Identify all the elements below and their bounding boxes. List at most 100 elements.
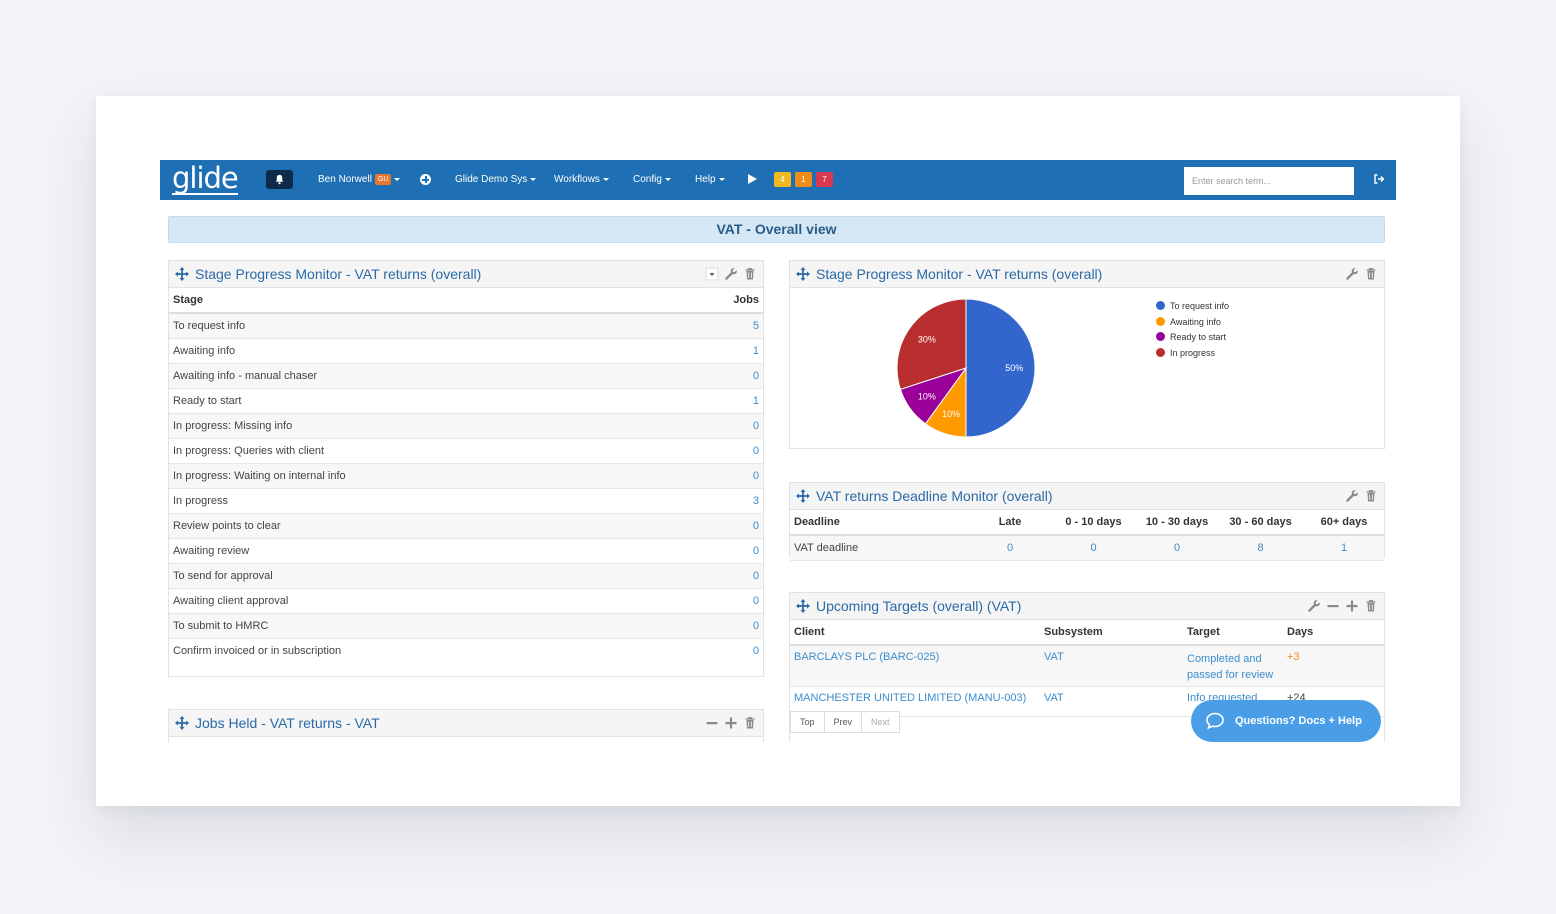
- jobs-held-panel: Jobs Held - VAT returns - VAT: [168, 709, 764, 742]
- move-icon[interactable]: [796, 599, 810, 613]
- move-icon[interactable]: [175, 716, 189, 730]
- count-link[interactable]: 0: [1050, 535, 1137, 561]
- play-icon[interactable]: [748, 174, 757, 184]
- add-circle-icon[interactable]: [420, 174, 431, 185]
- move-icon[interactable]: [175, 267, 189, 281]
- column-header[interactable]: Target: [1183, 620, 1283, 646]
- legend-swatch: [1156, 347, 1165, 357]
- panel-title: Stage Progress Monitor - VAT returns (ov…: [816, 266, 1103, 282]
- column-header[interactable]: 10 - 30 days: [1137, 510, 1217, 536]
- legend-item[interactable]: Awaiting info: [1156, 315, 1229, 331]
- column-header[interactable]: Late: [970, 510, 1050, 536]
- page-title: VAT - Overall view: [168, 216, 1385, 243]
- trash-icon[interactable]: [1364, 489, 1378, 503]
- move-icon[interactable]: [796, 489, 810, 503]
- jobs-count-link[interactable]: 0: [695, 538, 763, 564]
- page-prev-button[interactable]: Prev: [823, 711, 863, 733]
- panel-header: Upcoming Targets (overall) (VAT): [790, 593, 1384, 620]
- config-menu[interactable]: Config: [633, 160, 671, 200]
- count-link[interactable]: 0: [970, 535, 1050, 561]
- subsystem-link[interactable]: VAT: [1040, 686, 1183, 717]
- column-header[interactable]: Subsystem: [1040, 620, 1183, 646]
- table-row: Awaiting review 0: [169, 538, 763, 564]
- pie-slice-to-request-info[interactable]: [965, 298, 1036, 438]
- bell-icon: [275, 174, 284, 185]
- legend-item[interactable]: To request info: [1156, 299, 1229, 315]
- table-row: In progress: Missing info 0: [169, 413, 763, 439]
- minimize-icon[interactable]: [1326, 599, 1340, 613]
- table-header-row: Client Subsystem Target Days: [790, 620, 1384, 646]
- plus-icon[interactable]: [1345, 599, 1359, 613]
- panel-title: Jobs Held - VAT returns - VAT: [195, 715, 380, 731]
- badge-red[interactable]: 7: [816, 172, 833, 187]
- page-next-button[interactable]: Next: [861, 711, 900, 733]
- trash-icon[interactable]: [743, 267, 757, 281]
- minimize-icon[interactable]: [705, 716, 719, 730]
- trash-icon[interactable]: [1364, 599, 1378, 613]
- jobs-count-link[interactable]: 0: [695, 513, 763, 539]
- dropdown-icon[interactable]: [705, 267, 719, 281]
- count-link[interactable]: 8: [1217, 535, 1304, 561]
- jobs-count-link[interactable]: 0: [695, 563, 763, 589]
- stage-name: Ready to start: [169, 388, 695, 414]
- screenshot-frame: glide Ben Norwell GU Glide Demo Sys Workf…: [96, 96, 1460, 806]
- badge-orange[interactable]: 1: [795, 172, 812, 187]
- wrench-icon[interactable]: [1345, 267, 1359, 281]
- column-header[interactable]: Jobs: [695, 288, 763, 314]
- stage-name: In progress: Waiting on internal info: [169, 463, 695, 489]
- jobs-count-link[interactable]: 0: [695, 438, 763, 464]
- workflows-menu[interactable]: Workflows: [554, 160, 609, 200]
- jobs-count-link[interactable]: 5: [695, 313, 763, 339]
- config-label: Config: [633, 174, 662, 185]
- column-header[interactable]: 60+ days: [1304, 510, 1384, 536]
- system-menu[interactable]: Glide Demo Sys: [455, 160, 537, 200]
- jobs-count-link[interactable]: 0: [695, 413, 763, 439]
- notifications-button[interactable]: [266, 170, 293, 189]
- column-header[interactable]: Stage: [169, 288, 695, 314]
- count-link[interactable]: 0: [1137, 535, 1217, 561]
- jobs-count-link[interactable]: 0: [695, 613, 763, 639]
- trash-icon[interactable]: [743, 716, 757, 730]
- help-menu[interactable]: Help: [695, 160, 725, 200]
- client-link[interactable]: BARCLAYS PLC (BARC-025): [790, 645, 1040, 687]
- jobs-count-link[interactable]: 0: [695, 363, 763, 389]
- column-header[interactable]: Client: [790, 620, 1040, 646]
- table-row: Awaiting info - manual chaser 0: [169, 363, 763, 389]
- trash-icon[interactable]: [1364, 267, 1378, 281]
- jobs-count-link[interactable]: 0: [695, 639, 763, 664]
- subsystem-link[interactable]: VAT: [1040, 645, 1183, 687]
- glide-logo[interactable]: glide: [172, 162, 239, 194]
- page-top-button[interactable]: Top: [790, 711, 825, 733]
- legend-item[interactable]: In progress: [1156, 346, 1229, 362]
- jobs-count-link[interactable]: 0: [695, 463, 763, 489]
- docs-help-button[interactable]: Questions? Docs + Help: [1191, 700, 1381, 742]
- top-navbar: glide Ben Norwell GU Glide Demo Sys Workf…: [160, 160, 1396, 200]
- jobs-count-link[interactable]: 1: [695, 338, 763, 364]
- target-link[interactable]: Completed and passed for review: [1183, 645, 1283, 687]
- jobs-count-link[interactable]: 3: [695, 488, 763, 514]
- table-row: To request info 5: [169, 313, 763, 339]
- stage-name: In progress: Queries with client: [169, 438, 695, 464]
- move-icon[interactable]: [796, 267, 810, 281]
- legend-label: To request info: [1170, 301, 1230, 311]
- column-header[interactable]: Days: [1283, 620, 1384, 646]
- wrench-icon[interactable]: [724, 267, 738, 281]
- jobs-count-link[interactable]: 0: [695, 588, 763, 614]
- pie-chart: 50% 10% 10% 30%: [896, 298, 1036, 438]
- deadline-monitor-panel: VAT returns Deadline Monitor (overall) D…: [789, 482, 1385, 561]
- stage-name: Awaiting client approval: [169, 588, 695, 614]
- column-header[interactable]: 0 - 10 days: [1050, 510, 1137, 536]
- badge-yellow[interactable]: 4: [774, 172, 791, 187]
- logout-icon[interactable]: [1373, 173, 1385, 185]
- wrench-icon[interactable]: [1307, 599, 1321, 613]
- column-header[interactable]: Deadline: [790, 510, 970, 536]
- count-link[interactable]: 1: [1304, 535, 1384, 561]
- column-header[interactable]: 30 - 60 days: [1217, 510, 1304, 536]
- jobs-count-link[interactable]: 1: [695, 388, 763, 414]
- user-menu[interactable]: Ben Norwell GU: [318, 160, 401, 200]
- search-input[interactable]: [1184, 167, 1354, 195]
- plus-icon[interactable]: [724, 716, 738, 730]
- wrench-icon[interactable]: [1345, 489, 1359, 503]
- table-row: Ready to start 1: [169, 388, 763, 414]
- legend-item[interactable]: Ready to start: [1156, 330, 1229, 346]
